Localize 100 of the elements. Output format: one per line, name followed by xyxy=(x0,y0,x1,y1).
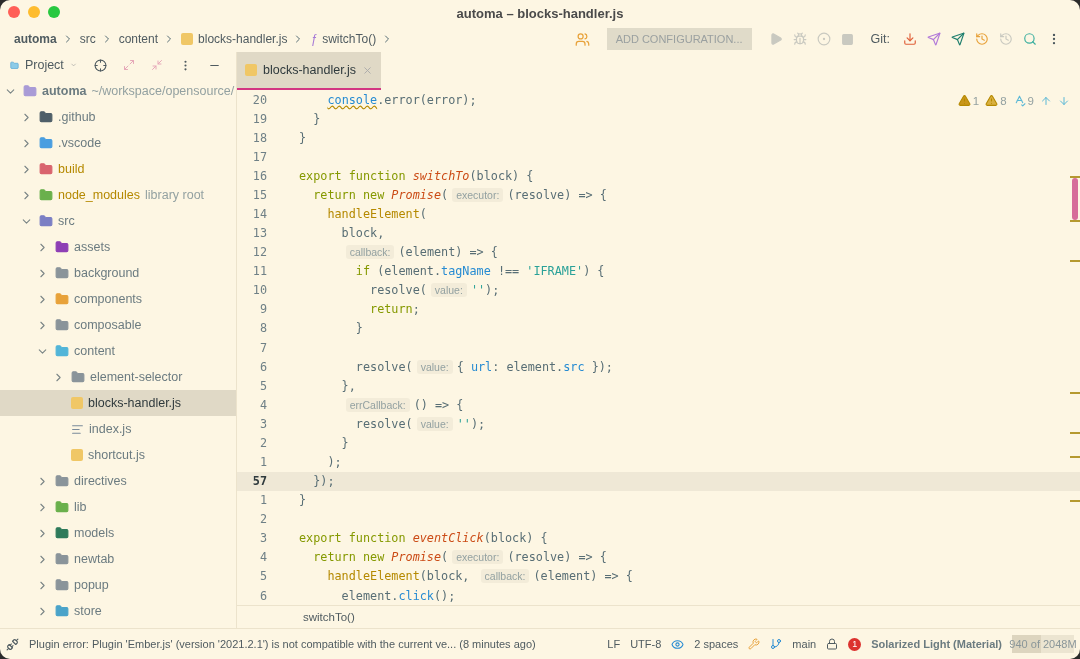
code-text: export function eventClick(block) { xyxy=(299,531,548,546)
tree-row[interactable]: build xyxy=(0,156,236,182)
code-text: ''); xyxy=(456,416,486,431)
error-stripe-mark xyxy=(1070,432,1080,434)
code-text: () => { xyxy=(413,397,464,412)
collapse-icon[interactable] xyxy=(151,59,163,71)
tree-row[interactable]: shortcut.js xyxy=(0,442,236,468)
tree-row[interactable]: newtab xyxy=(0,546,236,572)
send-icon[interactable] xyxy=(927,32,941,46)
tree-row[interactable]: assets xyxy=(0,234,236,260)
tree-row[interactable]: node_modules library root xyxy=(0,182,236,208)
minimize-button[interactable] xyxy=(28,6,40,18)
tree-row[interactable]: index.js xyxy=(0,416,236,442)
next-icon[interactable] xyxy=(1058,94,1070,107)
users-icon[interactable] xyxy=(574,31,590,47)
parameter-hint: callback: xyxy=(480,569,530,584)
code-text: ); xyxy=(326,455,342,469)
plugin-icon xyxy=(6,637,19,651)
notification-badge: 1 xyxy=(848,637,862,651)
tree-row[interactable]: element-selector xyxy=(0,364,236,390)
close-icon[interactable] xyxy=(362,64,374,76)
breadcrumb[interactable]: src xyxy=(79,32,96,46)
tree-row[interactable]: store xyxy=(0,598,236,624)
code-text: } xyxy=(299,493,307,508)
js-file-icon xyxy=(71,449,83,461)
tree-item-name: models xyxy=(74,526,115,540)
history-icon[interactable] xyxy=(999,32,1013,46)
tree-row[interactable]: components xyxy=(0,286,236,312)
line-number: 19 xyxy=(251,111,267,126)
code-text: element.click(); xyxy=(340,588,456,603)
error-stripe-mark xyxy=(1070,456,1080,458)
line-separator[interactable]: LF xyxy=(607,638,621,650)
code-text: handleElement( xyxy=(326,207,427,221)
editor-tab[interactable]: blocks-handler.js xyxy=(237,52,382,90)
tree-row[interactable]: automa ~/workspace/opensource/ xyxy=(0,78,236,104)
tree-row[interactable]: models xyxy=(0,520,236,546)
line-number: 7 xyxy=(258,340,267,355)
breadcrumb[interactable]: content xyxy=(118,32,159,46)
previous-icon[interactable] xyxy=(1040,94,1052,107)
code-text: { url: element.src }); xyxy=(456,359,613,374)
indent-setting[interactable]: 2 spaces xyxy=(694,638,739,650)
line-number: 57 xyxy=(251,474,267,489)
git-branch[interactable]: main xyxy=(792,638,817,650)
stop-icon[interactable] xyxy=(840,32,854,46)
tree-item-name: directives xyxy=(74,474,127,488)
tree-row[interactable]: .github xyxy=(0,104,236,130)
line-number: 20 xyxy=(251,92,267,107)
theme-name[interactable]: Solarized Light (Material) xyxy=(871,638,1002,650)
line-number: 11 xyxy=(251,264,267,279)
coverage-icon[interactable] xyxy=(816,32,831,46)
scrollbar-marker xyxy=(1072,178,1078,220)
tree-row[interactable]: .vscode xyxy=(0,130,236,156)
expand-icon[interactable] xyxy=(123,59,135,71)
line-number: 5 xyxy=(258,378,267,393)
code-text: } xyxy=(299,130,307,145)
line-number: 1 xyxy=(258,455,267,469)
zoom-button[interactable] xyxy=(48,6,60,18)
code-text: (element) => { xyxy=(398,245,498,260)
encoding[interactable]: UTF-8 xyxy=(630,638,662,650)
parameter-hint: callback: xyxy=(345,245,395,260)
tree-item-name: index.js xyxy=(89,422,132,436)
tree-item-name: .github xyxy=(58,110,96,124)
editor-breadcrumb[interactable]: switchTo() xyxy=(303,611,355,623)
tree-item-name: store xyxy=(74,604,102,618)
code-text: (resolve) => { xyxy=(507,550,607,565)
breadcrumb[interactable]: blocks-handler.js xyxy=(198,32,288,46)
close-button[interactable] xyxy=(8,6,20,18)
tree-row[interactable]: src xyxy=(0,208,236,234)
search-icon[interactable] xyxy=(1023,32,1037,46)
error-stripe-mark xyxy=(1070,176,1080,178)
line-number: 8 xyxy=(258,321,267,336)
status-message[interactable]: Plugin error: Plugin 'Ember.js' (version '2021.2.1') is not compatible with the current ve... (8 minutes ago) xyxy=(29,638,536,650)
tree-row[interactable]: popup xyxy=(0,572,236,598)
code-text: }); xyxy=(312,474,335,489)
tree-item-name: blocks-handler.js xyxy=(88,396,182,410)
panel-title[interactable]: Project xyxy=(24,58,64,72)
inspection-count[interactable]: 1 xyxy=(957,94,980,107)
tree-row[interactable]: blocks-handler.js xyxy=(0,390,236,416)
code-text: block, xyxy=(340,226,385,241)
tree-row[interactable]: composable xyxy=(0,312,236,338)
eye-icon xyxy=(671,637,685,651)
line-number: 2 xyxy=(258,435,267,450)
debug-icon[interactable] xyxy=(792,32,807,46)
tree-row[interactable]: lib xyxy=(0,494,236,520)
inspection-count[interactable]: 9 xyxy=(1012,94,1034,107)
run-icon[interactable] xyxy=(768,32,783,46)
code-text: (element) => { xyxy=(533,569,633,584)
tree-row[interactable]: background xyxy=(0,260,236,286)
error-stripe-mark xyxy=(1070,220,1080,222)
breadcrumb[interactable]: automa xyxy=(14,32,57,46)
code-text: console.error(error); xyxy=(326,92,477,107)
breadcrumb[interactable]: switchTo() xyxy=(322,32,377,46)
line-number: 16 xyxy=(251,168,267,183)
download-icon[interactable] xyxy=(903,32,917,46)
history-icon[interactable] xyxy=(975,32,989,46)
tree-row[interactable]: content xyxy=(0,338,236,364)
tree-row[interactable]: directives xyxy=(0,468,236,494)
send-lock-icon[interactable] xyxy=(951,32,965,46)
target-icon[interactable] xyxy=(94,58,107,72)
code-text: } xyxy=(312,111,321,126)
